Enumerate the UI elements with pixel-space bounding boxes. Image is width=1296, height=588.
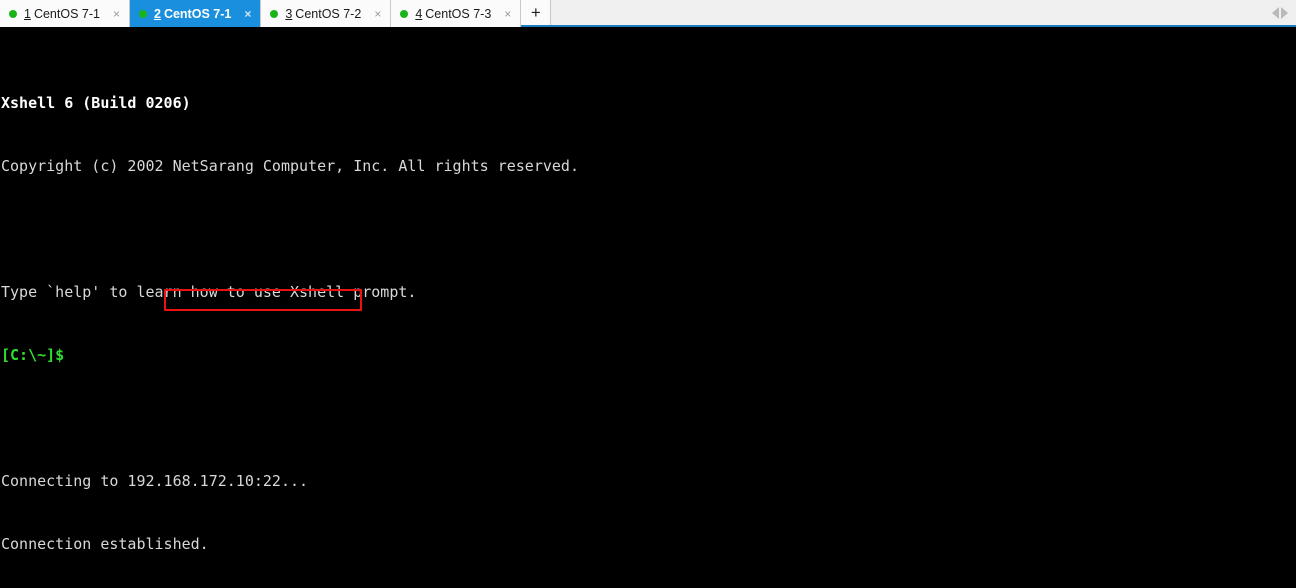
connection-status-dot xyxy=(400,9,409,18)
tab-centos-7-1-session-1[interactable]: 1 CentOS 7-1 × xyxy=(0,0,130,27)
chevron-left-icon[interactable] xyxy=(1272,6,1279,19)
help-hint-text: Type `help' to learn how to use Xshell p… xyxy=(1,283,417,301)
tab-centos-7-2[interactable]: 3 CentOS 7-2 × xyxy=(261,0,392,27)
tab-scroll-controls xyxy=(1268,0,1296,25)
tab-centos-7-3[interactable]: 4 CentOS 7-3 × xyxy=(391,0,522,27)
terminal-line-help-hint: Type `help' to learn how to use Xshell p… xyxy=(1,282,1296,303)
tab-bar: 1 CentOS 7-1 × 2 CentOS 7-1 × 3 CentOS 7… xyxy=(0,0,1296,27)
tab-bar-filler xyxy=(551,0,1268,25)
close-icon[interactable]: × xyxy=(371,8,384,20)
connection-status-dot xyxy=(138,9,147,18)
tab-index: 2 xyxy=(153,6,161,21)
terminal-line-established: Connection established. xyxy=(1,534,1296,555)
tab-label: CentOS 7-1 xyxy=(163,6,232,21)
close-icon[interactable]: × xyxy=(110,8,123,20)
tab-index: 1 xyxy=(24,6,31,21)
terminal-output[interactable]: Xshell 6 (Build 0206) Copyright (c) 2002… xyxy=(0,27,1296,586)
tab-label: CentOS 7-2 xyxy=(295,6,362,21)
terminal-line-connecting: Connecting to 192.168.172.10:22... xyxy=(1,471,1296,492)
xshell-version-text: Xshell 6 (Build 0206) xyxy=(1,94,191,112)
tab-label: CentOS 7-3 xyxy=(425,6,492,21)
close-icon[interactable]: × xyxy=(501,8,514,20)
connecting-text: Connecting to 192.168.172.10:22... xyxy=(1,472,309,490)
tab-label: CentOS 7-1 xyxy=(33,6,100,21)
terminal-line-copyright: Copyright (c) 2002 NetSarang Computer, I… xyxy=(1,156,1296,177)
connection-established-text: Connection established. xyxy=(1,535,209,553)
terminal-line-blank-1 xyxy=(1,219,1296,240)
tab-centos-7-1-session-2[interactable]: 2 CentOS 7-1 × xyxy=(129,0,262,27)
connection-status-dot xyxy=(270,9,279,18)
tab-index: 4 xyxy=(415,6,423,21)
terminal-line-banner-title: Xshell 6 (Build 0206) xyxy=(1,93,1296,114)
close-icon[interactable]: × xyxy=(241,8,254,20)
terminal-line-blank-2 xyxy=(1,408,1296,429)
terminal-line-local-prompt: [C:\~]$ xyxy=(1,345,1296,366)
chevron-right-icon[interactable] xyxy=(1281,6,1288,19)
copyright-text: Copyright (c) 2002 NetSarang Computer, I… xyxy=(1,157,579,175)
connection-status-dot xyxy=(9,9,17,18)
tab-index: 3 xyxy=(285,6,293,21)
new-tab-button[interactable]: + xyxy=(521,0,552,25)
local-shell-prompt: [C:\~]$ xyxy=(1,346,65,364)
